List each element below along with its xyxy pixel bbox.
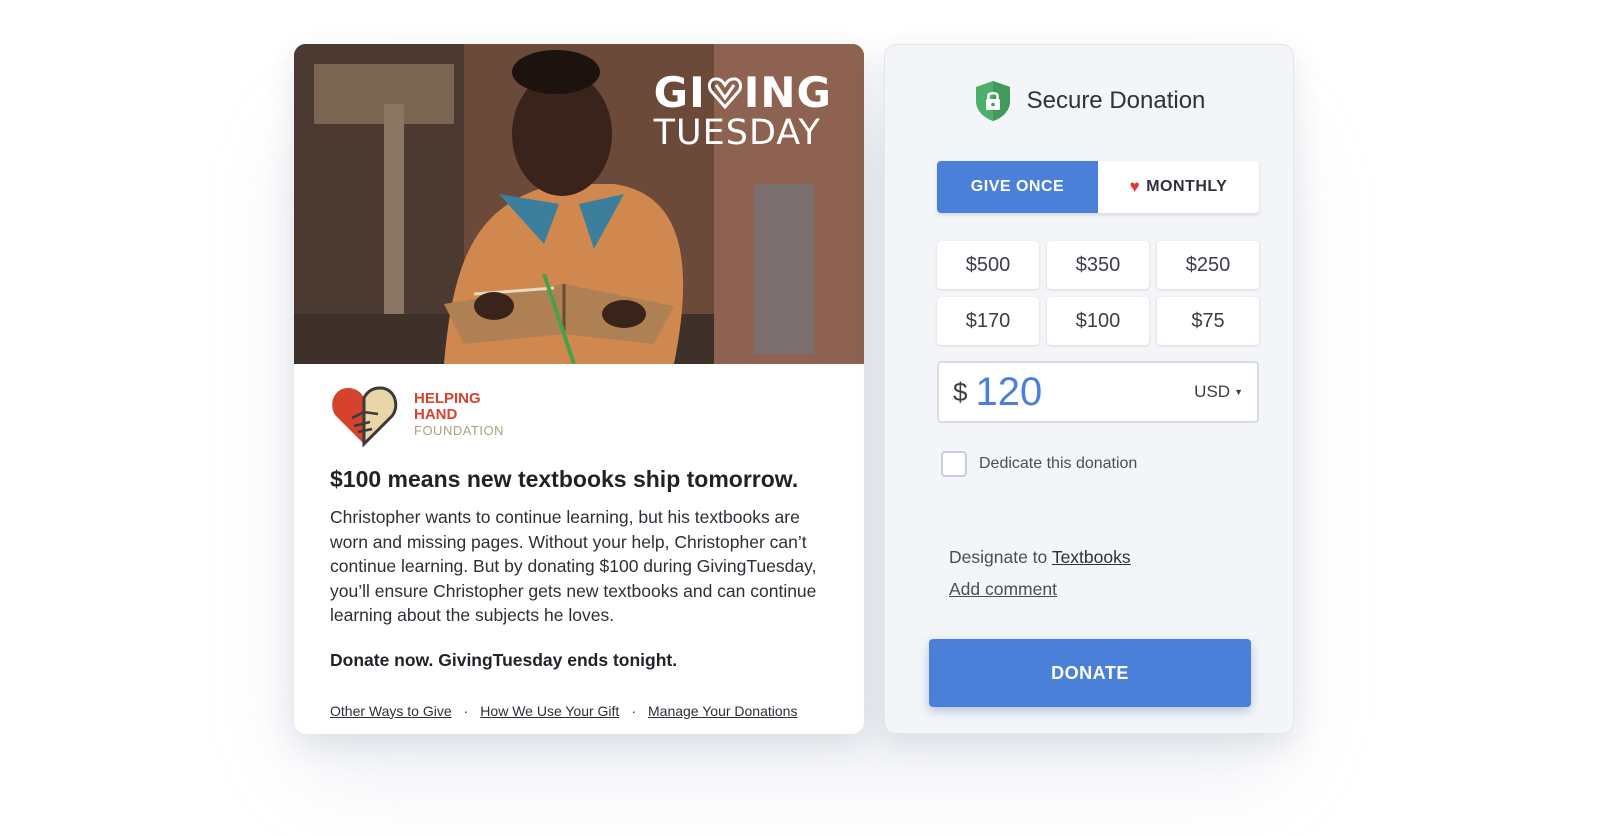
hero-photo: GI ING TUESDAY <box>294 44 864 364</box>
givingtuesday-logo: GI ING TUESDAY <box>654 72 832 151</box>
designate-prefix: Designate to <box>949 547 1052 567</box>
custom-amount-field[interactable]: $ 120 USD ▼ <box>937 361 1259 423</box>
campaign-card: GI ING TUESDAY HELPING HAND FOUNDATION $… <box>294 44 864 734</box>
amount-button[interactable]: $170 <box>937 297 1039 345</box>
monthly-label: MONTHLY <box>1146 178 1228 195</box>
org-name-line1: HELPING <box>414 390 481 407</box>
story-headline: $100 means new textbooks ship tomorrow. <box>330 466 799 492</box>
caret-down-icon: ▼ <box>1234 387 1243 397</box>
add-comment-link[interactable]: Add comment <box>949 579 1057 600</box>
donate-button[interactable]: DONATE <box>929 639 1251 707</box>
amount-button[interactable]: $250 <box>1157 241 1259 289</box>
preset-amounts: $500 $350 $250 $170 $100 $75 <box>937 241 1259 345</box>
donation-form: Secure Donation GIVE ONCE ♥ MONTHLY $500… <box>884 44 1294 734</box>
amount-button[interactable]: $100 <box>1047 297 1149 345</box>
link-manage-your-donations[interactable]: Manage Your Donations <box>648 703 797 719</box>
heart-icon: ♥ <box>1129 177 1141 196</box>
logo-text-part2: ING <box>743 68 832 117</box>
separator: · <box>631 702 636 719</box>
footer-links: Other Ways to Give · How We Use Your Gif… <box>330 703 828 719</box>
link-how-we-use-your-gift[interactable]: How We Use Your Gift <box>480 703 619 719</box>
designation: Designate to Textbooks <box>949 547 1131 568</box>
heart-icon <box>707 77 742 110</box>
logo-text-line2: TUESDAY <box>653 113 821 153</box>
org-name-line3: FOUNDATION <box>414 423 504 438</box>
dedicate-checkbox[interactable] <box>941 451 967 477</box>
monthly-tab[interactable]: ♥ MONTHLY <box>1098 161 1259 213</box>
frequency-toggle: GIVE ONCE ♥ MONTHLY <box>937 161 1259 213</box>
org-logo: HELPING HAND FOUNDATION <box>330 382 828 448</box>
org-name-line2: HAND <box>414 406 458 423</box>
currency-select[interactable]: USD ▼ <box>1194 382 1243 402</box>
amount-button[interactable]: $75 <box>1157 297 1259 345</box>
link-other-ways-to-give[interactable]: Other Ways to Give <box>330 703 452 719</box>
lock-shield-icon <box>975 81 1010 121</box>
form-header: Secure Donation <box>885 79 1293 123</box>
separator: · <box>463 702 469 719</box>
form-title: Secure Donation <box>1026 87 1206 114</box>
story-body: Christopher wants to continue learning, … <box>330 507 817 625</box>
custom-amount-input[interactable]: 120 <box>975 370 1194 415</box>
dedicate-option: Dedicate this donation <box>941 451 1137 477</box>
logo-text-part1: GI <box>653 68 706 117</box>
amount-button[interactable]: $350 <box>1047 241 1149 289</box>
currency-code: USD <box>1194 382 1231 401</box>
story-cta: Donate now. GivingTuesday ends tonight. <box>330 649 678 670</box>
designate-link[interactable]: Textbooks <box>1052 547 1131 567</box>
currency-symbol: $ <box>953 376 968 407</box>
dedicate-label: Dedicate this donation <box>979 455 1138 472</box>
helping-hand-heart-icon <box>332 386 398 448</box>
give-once-tab[interactable]: GIVE ONCE <box>937 161 1098 213</box>
amount-button[interactable]: $500 <box>937 241 1039 289</box>
